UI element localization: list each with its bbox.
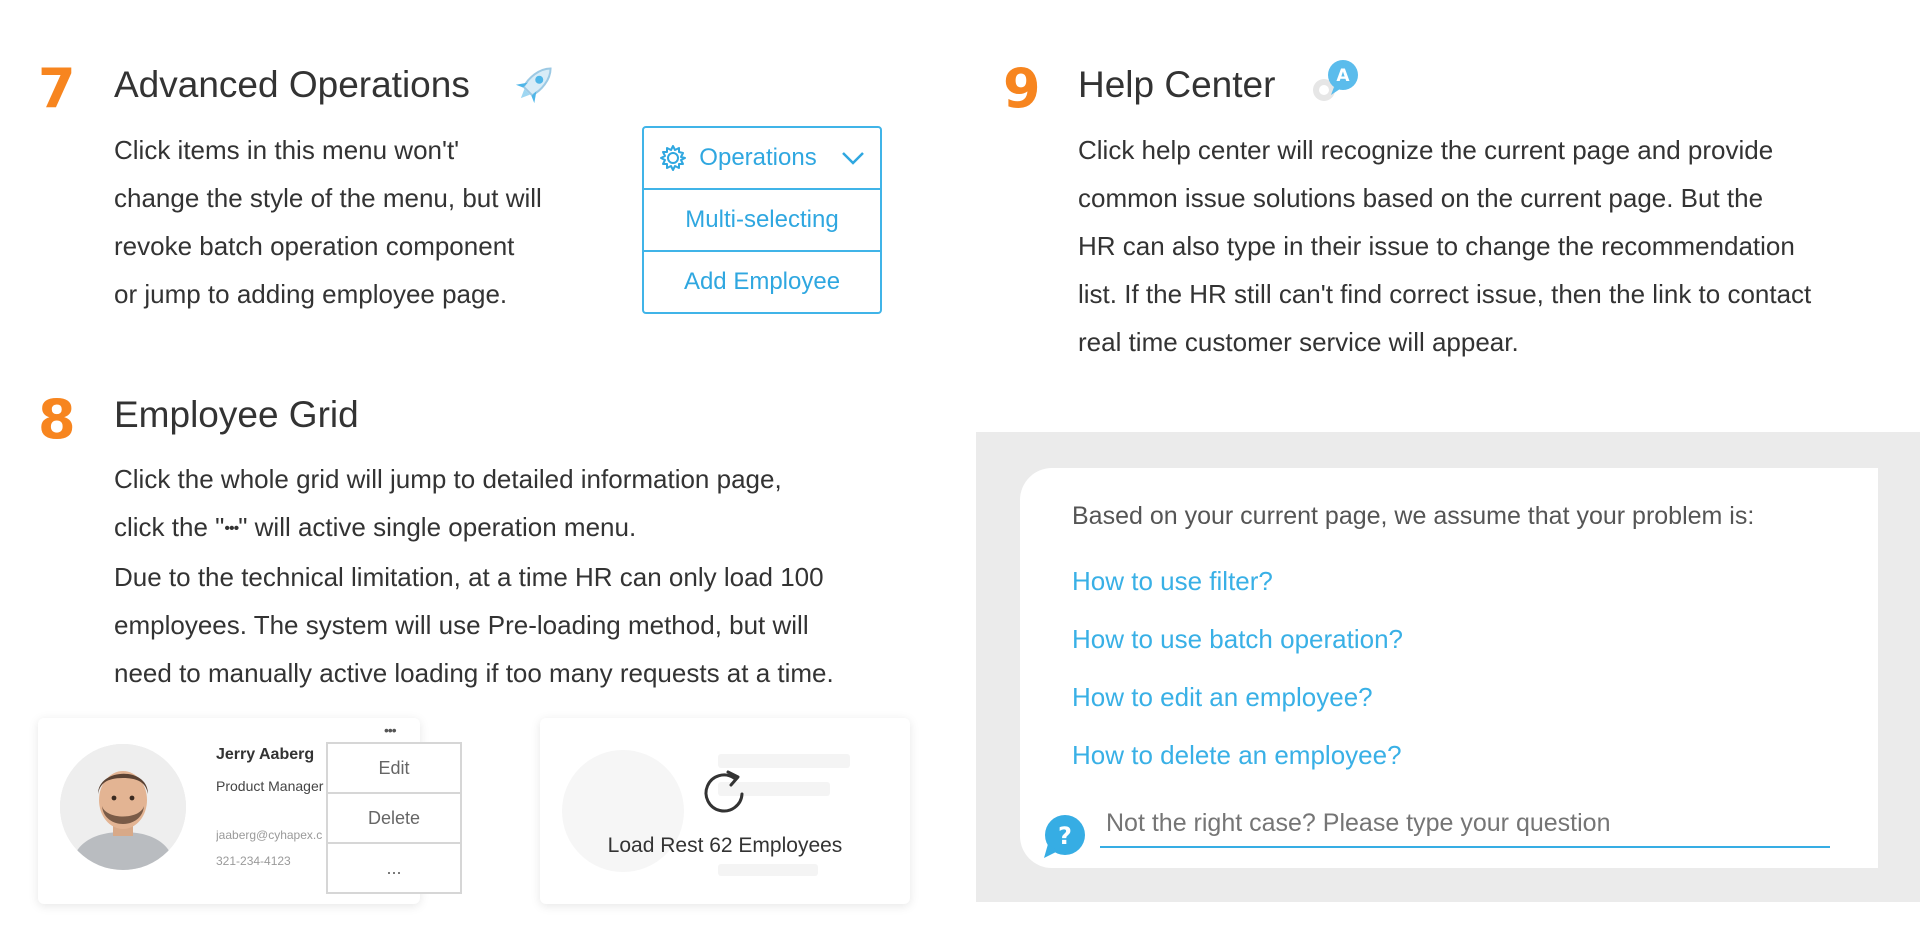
section-number-7: 7	[38, 57, 76, 120]
help-link-batch-operation[interactable]: How to use batch operation?	[1072, 624, 1403, 655]
chat-badge-letter: A	[1336, 66, 1350, 86]
grid-description: Click the whole grid will jump to detail…	[114, 455, 934, 697]
rocket-icon	[508, 58, 562, 115]
more-dots-glyph: •••	[224, 520, 239, 538]
advanced-description: Click items in this menu won't' change t…	[114, 126, 614, 318]
help-line: real time customer service will appear.	[1078, 327, 1519, 357]
section-title-employee-grid: Employee Grid	[114, 394, 359, 435]
employee-operation-menu: Edit Delete ...	[326, 742, 462, 894]
help-question-input[interactable]	[1100, 800, 1830, 848]
chat-badge-icon: A	[1308, 56, 1364, 113]
grid-line: click the "•••" will active single opera…	[114, 512, 637, 542]
help-line: Click help center will recognize the cur…	[1078, 135, 1774, 165]
section-number-9: 9	[1003, 57, 1041, 120]
advanced-line: or jump to adding employee page.	[114, 279, 508, 309]
help-bubble-icon[interactable]: ?	[1042, 814, 1088, 865]
employee-more-button[interactable]: •••	[384, 722, 397, 738]
menu-item-delete[interactable]: Delete	[328, 792, 460, 842]
help-line: common issue solutions based on the curr…	[1078, 183, 1764, 213]
employee-name: Jerry Aaberg	[216, 746, 315, 763]
employee-role: Product Manager	[216, 778, 324, 794]
advanced-line: revoke batch operation component	[114, 231, 515, 261]
help-link-edit-employee[interactable]: How to edit an employee?	[1072, 682, 1373, 713]
grid-line: employees. The system will use Pre-loadi…	[114, 610, 809, 641]
employee-phone: 321-234-4123	[216, 854, 291, 868]
advanced-line: change the style of the menu, but will	[114, 183, 542, 213]
section-title-advanced-operations: Advanced Operations	[114, 64, 470, 105]
refresh-icon[interactable]	[698, 764, 754, 825]
grid-line: Click the whole grid will jump to detail…	[114, 464, 782, 494]
placeholder-line	[718, 864, 818, 876]
menu-item-add-employee[interactable]: Add Employee	[644, 250, 880, 312]
menu-item-more[interactable]: ...	[328, 842, 460, 892]
load-more-card[interactable]: Load Rest 62 Employees	[540, 718, 910, 904]
help-description: Click help center will recognize the cur…	[1078, 126, 1908, 366]
help-bubble-glyph: ?	[1058, 822, 1072, 850]
help-assume-text: Based on your current page, we assume th…	[1072, 502, 1755, 530]
chevron-down-icon	[841, 151, 865, 165]
help-link-delete-employee[interactable]: How to delete an employee?	[1072, 740, 1402, 771]
avatar	[60, 744, 186, 870]
employee-card[interactable]: Jerry Aaberg Product Manager jaaberg@cyh…	[38, 718, 462, 904]
help-link-filter[interactable]: How to use filter?	[1072, 566, 1273, 597]
gear-icon	[659, 144, 687, 172]
help-line: HR can also type in their issue to chang…	[1078, 231, 1795, 261]
menu-item-multi-selecting[interactable]: Multi-selecting	[644, 188, 880, 250]
grid-line: need to manually active loading if too m…	[114, 658, 834, 689]
operations-menu: Operations Multi-selecting Add Employee	[642, 126, 882, 314]
load-more-label[interactable]: Load Rest 62 Employees	[540, 834, 910, 858]
menu-item-edit[interactable]: Edit	[328, 744, 460, 792]
help-center-card: Based on your current page, we assume th…	[1020, 468, 1878, 868]
help-center-panel: Based on your current page, we assume th…	[976, 432, 1920, 902]
operations-menu-header[interactable]: Operations	[644, 128, 880, 188]
section-number-8: 8	[38, 388, 76, 451]
advanced-line: Click items in this menu won't'	[114, 135, 460, 165]
section-title-help-center: Help Center	[1078, 64, 1276, 105]
grid-line: Due to the technical limitation, at a ti…	[114, 562, 824, 593]
operations-menu-label: Operations	[699, 144, 817, 171]
help-line: list. If the HR still can't find correct…	[1078, 279, 1812, 309]
